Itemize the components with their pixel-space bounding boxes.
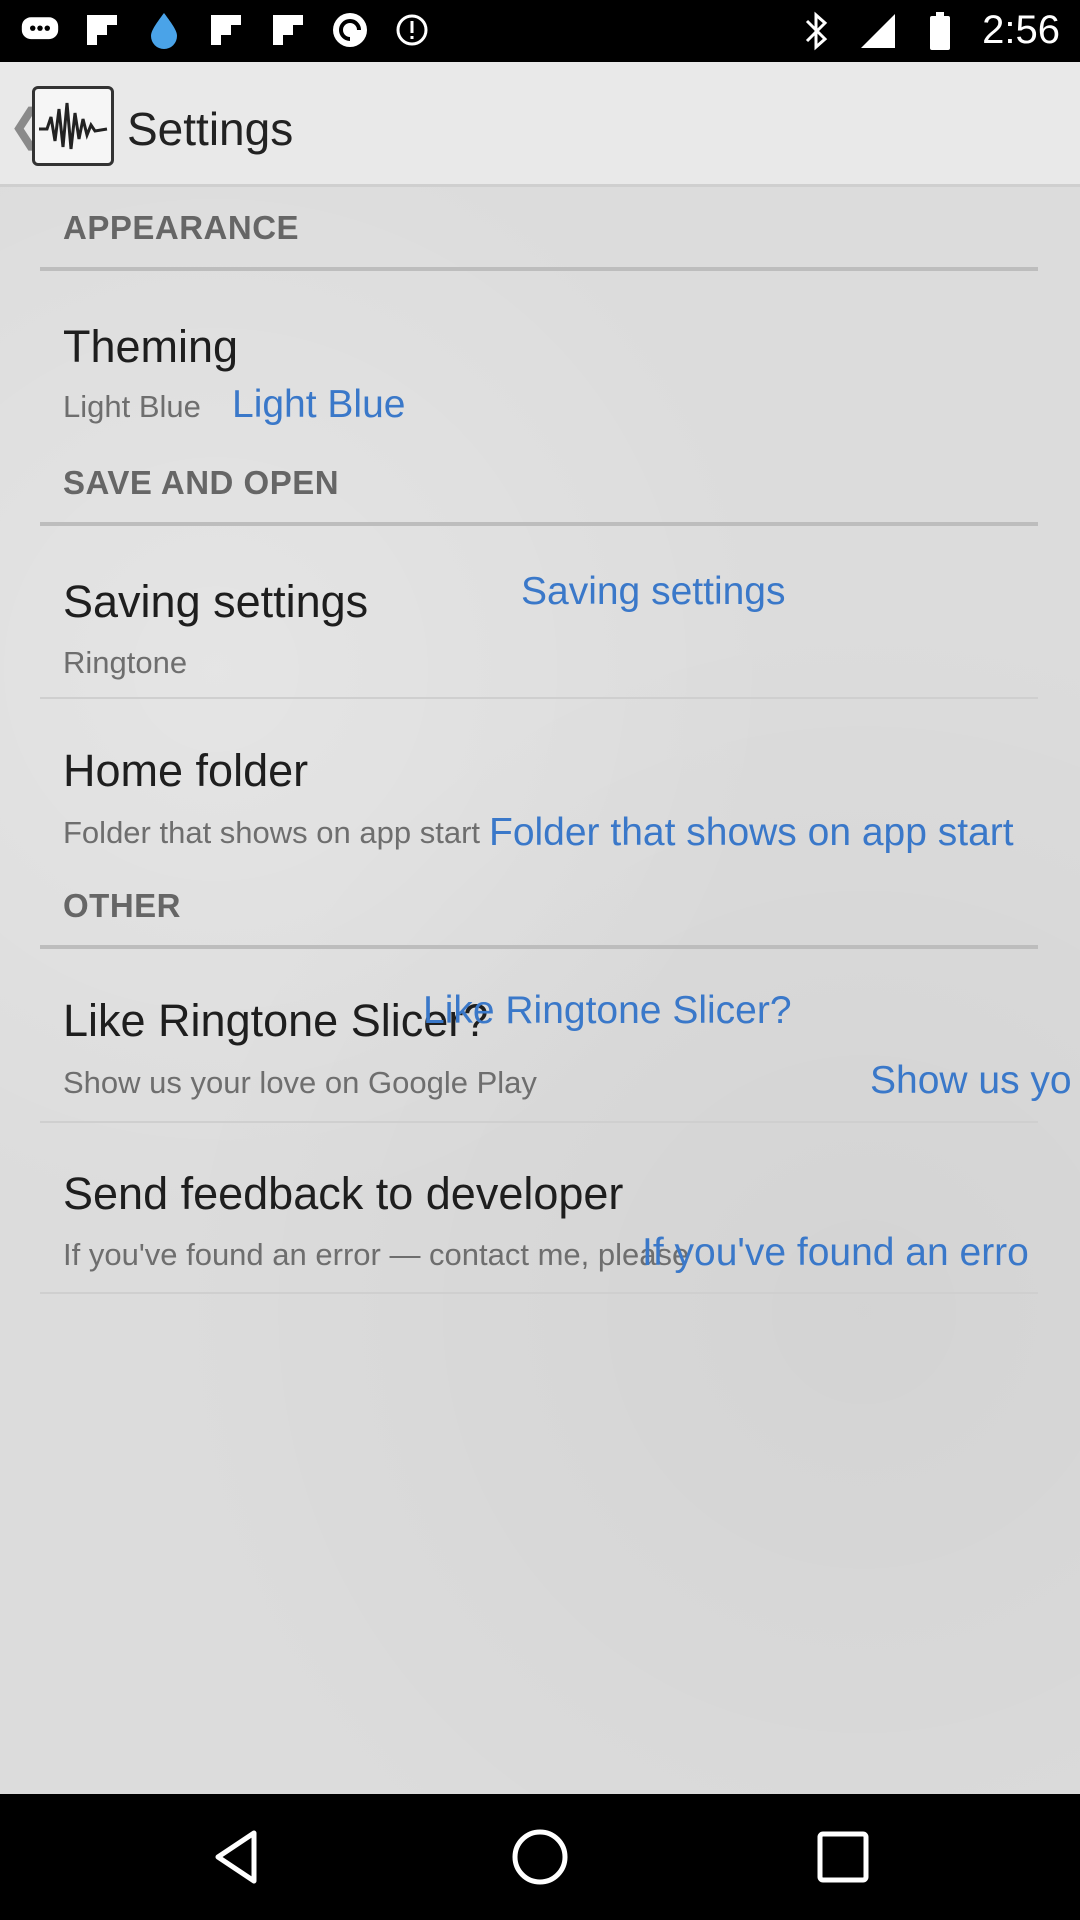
settings-list: APPEARANCE Theming Light Blue Light Blue… [0, 187, 1080, 1794]
app-bar: ❮ Settings [0, 62, 1080, 187]
recents-square-icon[interactable] [813, 1827, 873, 1887]
pref-home-folder[interactable]: Home folder Folder that shows on app sta… [0, 699, 1080, 867]
pref-title: Send feedback to developer [63, 1168, 624, 1219]
pref-overlay-text: Like Ringtone Slicer? [423, 989, 792, 1032]
status-right-icons: 2:56 [796, 8, 1060, 53]
bluetooth-icon [796, 11, 836, 51]
alert-icon [392, 10, 432, 50]
pref-title: Saving settings [63, 576, 369, 627]
section-header-appearance: APPEARANCE [63, 209, 300, 246]
pref-theming[interactable]: Theming Light Blue Light Blue [0, 271, 1080, 441]
page-title: Settings [127, 103, 294, 155]
status-time: 2:56 [982, 8, 1060, 52]
pref-send-feedback[interactable]: Send feedback to developer If you've fou… [0, 1123, 1080, 1293]
pref-overlay-summary-text: Show us yo [870, 1059, 1072, 1102]
status-bar: 2:56 [0, 0, 1080, 62]
pref-summary: Show us your love on Google Play [63, 1065, 537, 1100]
pref-summary: If you've found an error — contact me, p… [63, 1237, 690, 1272]
status-left-icons [20, 10, 432, 50]
pref-overlay-text: If you've found an erro [642, 1231, 1029, 1274]
flipboard-icon [206, 10, 246, 50]
battery-icon [920, 11, 960, 51]
pref-title: Theming [63, 321, 239, 372]
pref-overlay-text: Folder that shows on app start [489, 811, 1014, 854]
section-header-other: OTHER [63, 887, 181, 924]
flipboard-icon [82, 10, 122, 50]
pocket-casts-icon [330, 10, 370, 50]
pref-saving-settings[interactable]: Saving settings Ringtone Saving settings [0, 526, 1080, 696]
section-header-save-and-open: SAVE AND OPEN [63, 464, 340, 501]
chat-icon [20, 10, 60, 50]
pref-summary: Ringtone [63, 645, 188, 680]
pref-like-ringtone-slicer[interactable]: Like Ringtone Slicer? Show us your love … [0, 949, 1080, 1109]
water-drop-icon [144, 10, 184, 50]
pref-summary: Light Blue [63, 389, 201, 424]
home-circle-icon[interactable] [510, 1827, 570, 1887]
pref-overlay-text: Light Blue [232, 383, 406, 426]
row-divider [40, 1292, 1038, 1294]
back-triangle-icon[interactable] [208, 1827, 268, 1887]
pref-title: Home folder [63, 745, 309, 796]
pref-overlay-text: Saving settings [521, 570, 786, 613]
pref-summary: Folder that shows on app start [63, 815, 481, 850]
flipboard-icon [268, 10, 308, 50]
app-logo-waveform-icon[interactable] [32, 86, 114, 166]
navigation-bar [0, 1794, 1080, 1920]
signal-icon [858, 11, 898, 51]
